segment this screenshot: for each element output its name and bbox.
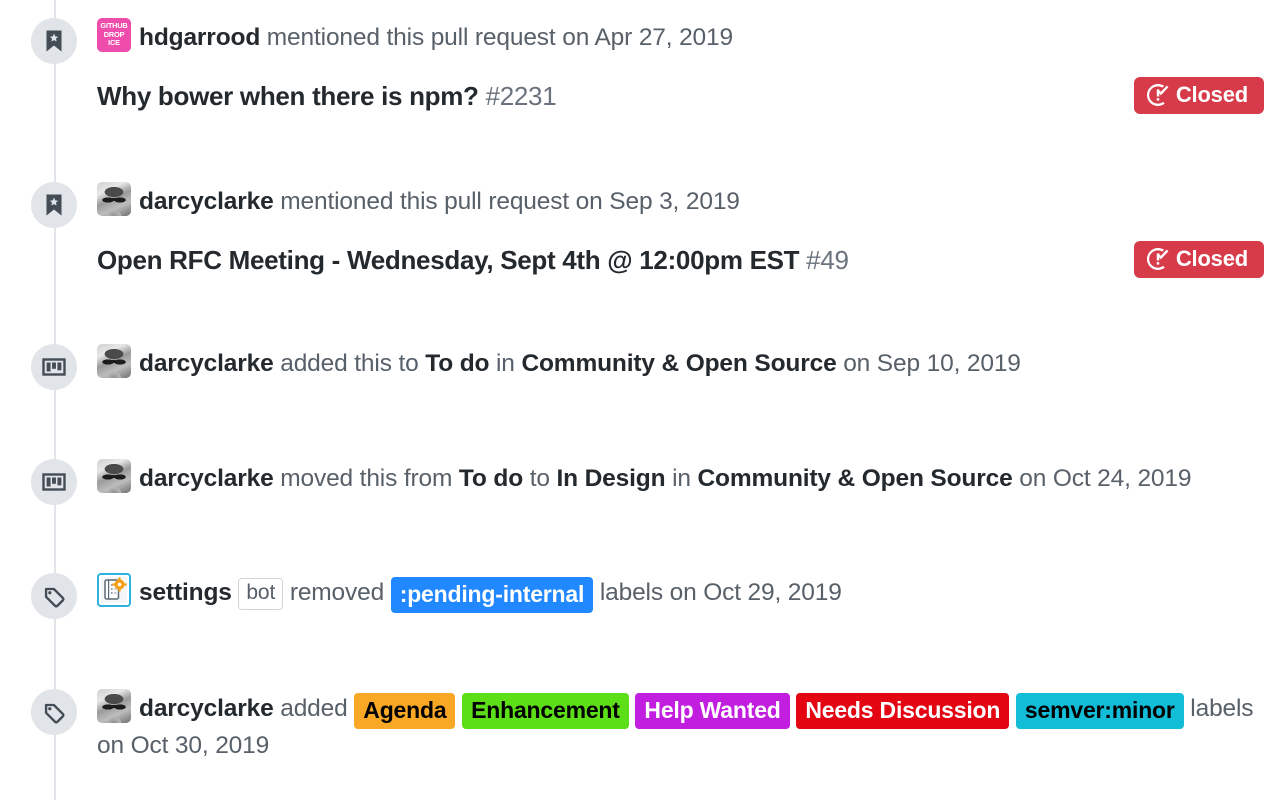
event-body: darcyclarke added this to To do in Commu…	[97, 344, 1280, 381]
bookmark-icon	[31, 18, 77, 64]
event-phrase: on Oct 24, 2019	[1012, 465, 1192, 492]
event-body: darcyclarke added Agenda Enhancement Hel…	[97, 689, 1280, 763]
event-phrase: labels	[1183, 695, 1254, 722]
bookmark-icon	[31, 182, 77, 228]
reference-number[interactable]: #2231	[486, 81, 557, 111]
timeline-event-project-added: darcyclarke added this to To do in Commu…	[0, 344, 1280, 390]
event-text: settings bot removed :pending-internal l…	[97, 573, 1264, 613]
issue-label[interactable]: Help Wanted	[635, 693, 790, 729]
event-text: darcyclarke mentioned this pull request …	[97, 182, 1264, 219]
event-body: darcyclarke mentioned this pull request …	[97, 182, 1280, 278]
avatar	[97, 344, 131, 378]
status-label: Closed	[1175, 82, 1248, 107]
project-ref[interactable]: Community & Open Source	[521, 350, 836, 377]
reference-title[interactable]: Why bower when there is npm? #2231	[97, 80, 557, 112]
issue-closed-icon	[1146, 248, 1169, 270]
project-ref[interactable]: To do	[459, 465, 523, 492]
actor-link[interactable]: darcyclarke	[139, 465, 274, 492]
avatar	[97, 689, 131, 723]
event-phrase: added	[273, 695, 355, 722]
bot-badge: bot	[238, 578, 284, 610]
actor-link[interactable]: settings	[139, 579, 232, 606]
event-phrase: in	[665, 465, 698, 492]
event-body: settings bot removed :pending-internal l…	[97, 573, 1280, 613]
issue-label[interactable]: :pending-internal	[390, 577, 594, 613]
project-ref[interactable]: In Design	[556, 465, 665, 492]
tag-icon	[31, 689, 77, 735]
avatar	[97, 459, 131, 493]
event-text: darcyclarke added Agenda Enhancement Hel…	[97, 689, 1264, 729]
issue-label[interactable]: Enhancement	[462, 693, 629, 729]
timeline-event-labels-added: darcyclarke added Agenda Enhancement Hel…	[0, 689, 1280, 763]
event-text: darcyclarke moved this from To do to In …	[97, 459, 1264, 496]
event-text: GITHUB DROP ICE hdgarrood mentioned this pu…	[97, 18, 1264, 55]
issue-label[interactable]: Needs Discussion	[796, 693, 1010, 729]
status-label: Closed	[1175, 246, 1248, 271]
actor-link[interactable]: hdgarrood	[139, 24, 260, 51]
event-phrase: on Sep 10, 2019	[836, 350, 1021, 377]
reference-title[interactable]: Open RFC Meeting - Wednesday, Sept 4th @…	[97, 244, 849, 276]
event-body: GITHUB DROP ICE hdgarrood mentioned this pu…	[97, 18, 1280, 114]
event-phrase: mentioned this pull request on	[260, 24, 595, 51]
actor-link[interactable]: darcyclarke	[139, 350, 274, 377]
status-badge: Closed	[1133, 77, 1264, 114]
issue-closed-icon	[1146, 84, 1169, 106]
project-ref[interactable]: To do	[425, 350, 489, 377]
timeline-event-labels-removed: settings bot removed :pending-internal l…	[0, 573, 1280, 619]
event-text: darcyclarke added this to To do in Commu…	[97, 344, 1264, 381]
project-ref[interactable]: Community & Open Source	[698, 465, 1013, 492]
event-phrase: moved this from	[273, 465, 459, 492]
referenced-item: Why bower when there is npm? #2231 Close…	[97, 77, 1280, 114]
issue-label[interactable]: Agenda	[354, 693, 456, 729]
timeline-rail	[54, 0, 56, 800]
event-body: darcyclarke moved this from To do to In …	[97, 459, 1280, 496]
project-board-icon	[31, 344, 77, 390]
status-badge: Closed	[1133, 241, 1264, 278]
event-phrase: labels on	[593, 579, 704, 606]
event-phrase: in	[489, 350, 522, 377]
event-date: Apr 27, 2019	[594, 24, 733, 51]
event-date: Sep 3, 2019	[609, 188, 740, 215]
actor-link[interactable]: darcyclarke	[139, 188, 274, 215]
timeline-event-project-moved: darcyclarke moved this from To do to In …	[0, 459, 1280, 505]
event-date: Oct 29, 2019	[703, 579, 842, 606]
project-board-icon	[31, 459, 77, 505]
timeline-event-mention-2231: GITHUB DROP ICE hdgarrood mentioned this pu…	[0, 18, 1280, 114]
event-phrase: to	[523, 465, 557, 492]
event-phrase: mentioned this pull request on	[273, 188, 610, 215]
timeline-event-mention-49: darcyclarke mentioned this pull request …	[0, 182, 1280, 278]
reference-number[interactable]: #49	[806, 245, 849, 275]
actor-link[interactable]: darcyclarke	[139, 695, 274, 722]
event-phrase: removed	[283, 579, 391, 606]
referenced-item: Open RFC Meeting - Wednesday, Sept 4th @…	[97, 241, 1280, 278]
avatar: GITHUB DROP ICE	[97, 18, 131, 52]
event-date: on Oct 30, 2019	[97, 732, 270, 759]
avatar	[97, 182, 131, 216]
issue-label[interactable]: semver:minor	[1015, 693, 1184, 729]
event-phrase: added this to	[273, 350, 426, 377]
avatar	[97, 573, 131, 607]
tag-icon	[31, 573, 77, 619]
issue-timeline: GITHUB DROP ICE hdgarrood mentioned this pu…	[0, 0, 1280, 800]
